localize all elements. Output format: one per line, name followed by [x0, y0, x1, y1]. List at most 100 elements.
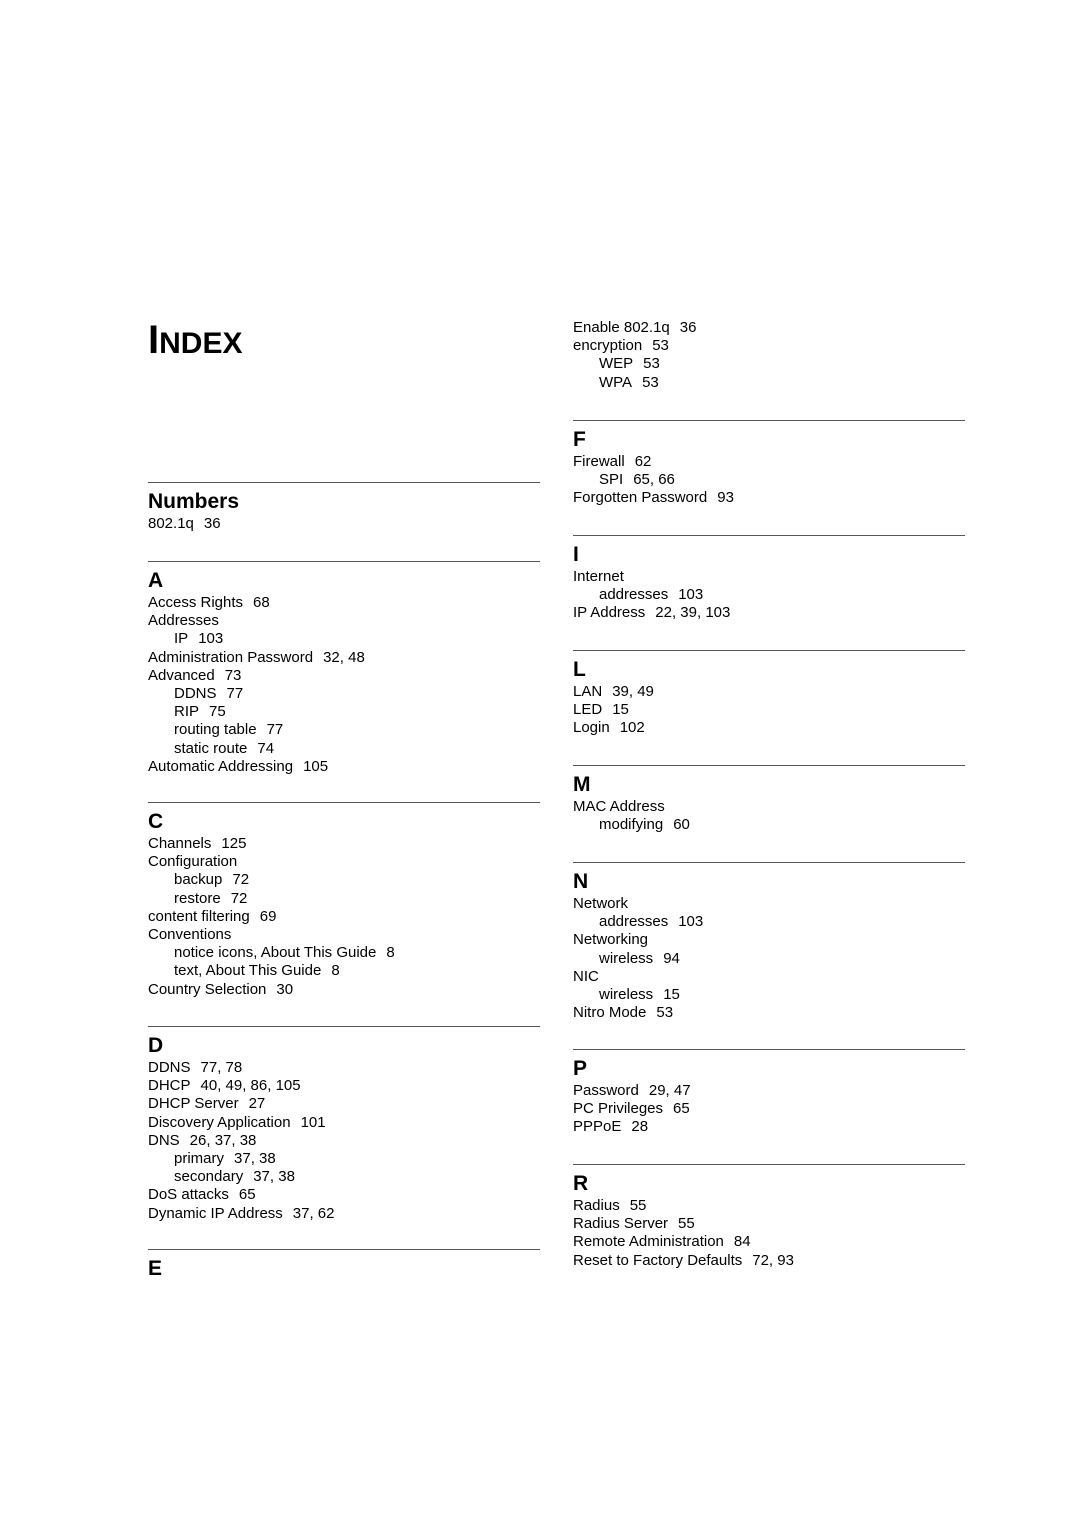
page-references: 74 [257, 739, 275, 757]
index-entry: Radius 55 [573, 1197, 965, 1215]
index-section-r: R Radius 55 Radius Server 55 Remote Administr… [573, 1164, 965, 1270]
index-entry-list: Access Rights 68 Addresses IP 103 Administrat… [148, 594, 540, 776]
page-references: 60 [673, 816, 690, 834]
index-term: Dynamic IP Address [148, 1204, 283, 1222]
index-section-numbers: Numbers 802.1q 36 [148, 482, 540, 533]
page-references: 105 [303, 757, 329, 775]
index-entry: Automatic Addressing 105 [148, 758, 540, 776]
page-references: 22, 39, 103 [655, 604, 731, 622]
index-term: static route [174, 739, 248, 757]
index-entry: LAN 39, 49 [573, 683, 965, 701]
page-references: 84 [733, 1233, 751, 1251]
index-term: backup [174, 871, 223, 889]
section-divider [148, 561, 540, 562]
page-references: 72 [230, 889, 248, 907]
section-divider [573, 420, 965, 421]
index-term: Forgotten Password [573, 489, 708, 507]
section-heading: F [573, 428, 586, 451]
index-entry: wireless 94 [573, 950, 965, 968]
page-references: 40, 49, 86, 105 [200, 1077, 301, 1095]
index-entry: DNS 26, 37, 38 [148, 1132, 540, 1150]
index-term: 802.1q [148, 515, 194, 532]
page-references: 102 [619, 719, 645, 737]
page-references: 72 [232, 871, 250, 889]
section-heading: P [573, 1057, 588, 1080]
index-term: Automatic Addressing [148, 757, 294, 775]
index-entry: Network [573, 895, 965, 913]
section-divider [573, 1049, 965, 1050]
page-references: 8 [331, 962, 340, 980]
index-entry: notice icons, About This Guide 8 [148, 944, 540, 962]
index-term: content filtering [148, 907, 250, 925]
index-entry: routing table 77 [148, 721, 540, 739]
page-references: 55 [629, 1197, 647, 1214]
index-section-d: D DDNS 77, 78 DHCP 40, 49, 86, 105 DHCP Serve… [148, 1026, 540, 1223]
index-term: Enable 802.1q [573, 319, 670, 336]
section-divider [573, 650, 965, 651]
index-term: LED [573, 701, 603, 719]
page-references: 69 [259, 907, 277, 925]
section-divider [148, 1249, 540, 1250]
section-heading: D [148, 1034, 164, 1057]
index-term: Reset to Factory Defaults [573, 1251, 743, 1269]
index-term: text, About This Guide [174, 962, 322, 980]
index-entry: restore 72 [148, 890, 540, 908]
page-references: 53 [643, 355, 660, 373]
index-term: addresses [599, 586, 669, 604]
page-references: 30 [276, 980, 294, 998]
section-heading: N [573, 870, 589, 893]
index-section-i: I Internet addresses 103 IP Address 22, 39, 1… [573, 535, 965, 623]
index-entry: Networking [573, 931, 965, 949]
index-term: routing table [174, 721, 257, 739]
index-entry: Remote Administration 84 [573, 1233, 965, 1251]
section-divider [573, 765, 965, 766]
page-references: 72, 93 [752, 1251, 794, 1269]
index-term: Radius [573, 1197, 620, 1214]
index-entry: IP Address 22, 39, 103 [573, 604, 965, 622]
index-entry-list: Firewall 62 SPI 65, 66 Forgotten Password 93 [573, 453, 965, 508]
index-term: DNS [148, 1131, 180, 1149]
page-references: 27 [248, 1095, 266, 1113]
page-references: 77, 78 [200, 1059, 243, 1076]
section-divider [573, 1164, 965, 1165]
index-term: Networking [573, 931, 649, 949]
section-divider [573, 862, 965, 863]
page-references: 53 [642, 373, 659, 391]
index-entry: Channels 125 [148, 835, 540, 853]
page-references: 103 [678, 586, 704, 604]
index-entry: encryption 53 [573, 337, 965, 355]
index-entry: modifying 60 [573, 816, 965, 834]
index-term: Password [573, 1082, 639, 1099]
page-references: 36 [203, 515, 221, 532]
index-entry: Access Rights 68 [148, 594, 540, 612]
page-references: 29, 47 [648, 1082, 691, 1099]
index-entry-list: Channels 125 Configuration backup 72 restore 7… [148, 835, 540, 999]
page-references: 73 [224, 666, 242, 684]
section-heading: L [573, 658, 586, 681]
page-references: 103 [198, 630, 224, 648]
section-divider [148, 1026, 540, 1027]
page-references: 37, 38 [253, 1168, 295, 1186]
index-term: wireless [599, 986, 654, 1004]
index-entry: Advanced 73 [148, 667, 540, 685]
index-entry: Country Selection 30 [148, 981, 540, 999]
page-references: 65 [238, 1186, 256, 1204]
index-term: NIC [573, 967, 599, 985]
index-entry: RIP 75 [148, 703, 540, 721]
index-entry: Login 102 [573, 719, 965, 737]
index-entry: backup 72 [148, 871, 540, 889]
page-references: 65 [673, 1100, 690, 1118]
index-entry-list: 802.1q 36 [148, 515, 540, 533]
section-heading: I [573, 543, 579, 566]
page-references: 101 [300, 1113, 326, 1131]
index-term: WEP [599, 355, 634, 373]
index-term: Configuration [148, 853, 238, 871]
index-entry: static route 74 [148, 740, 540, 758]
section-heading: C [148, 810, 164, 833]
index-term: Nitro Mode [573, 1004, 647, 1022]
index-section-e: E [148, 1249, 540, 1282]
index-entry-list: Radius 55 Radius Server 55 Remote Administra… [573, 1197, 965, 1270]
index-entry: Internet [573, 568, 965, 586]
index-entry: Password 29, 47 [573, 1082, 965, 1100]
page-references: 75 [209, 703, 226, 721]
